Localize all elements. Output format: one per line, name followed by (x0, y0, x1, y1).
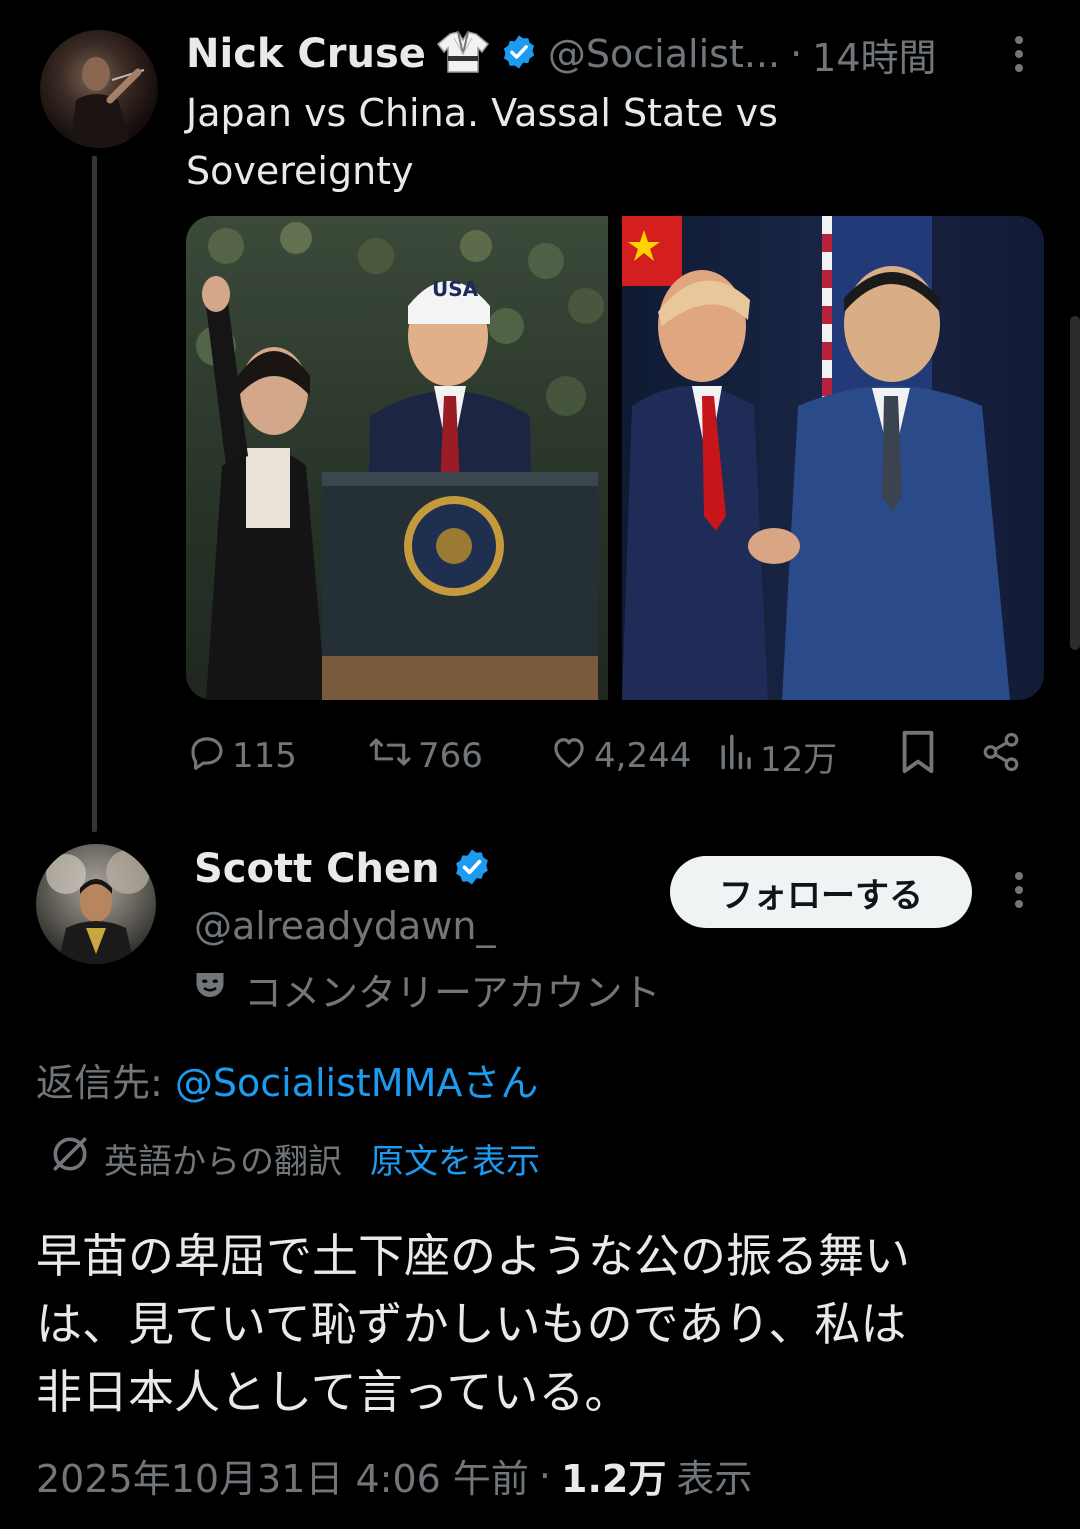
bookmark-button[interactable] (898, 726, 938, 786)
verified-badge-icon (500, 33, 538, 75)
verified-badge-icon (452, 847, 492, 891)
reply-view-count: 1.2万 (561, 1457, 667, 1501)
reply-timestamp[interactable]: 2025年10月31日 4:06 午前 (36, 1448, 529, 1503)
reply-text-line: 非日本人として言っている。 (36, 1365, 631, 1419)
retweet-icon (366, 731, 414, 782)
show-original-link[interactable]: 原文を表示 (370, 1134, 540, 1183)
thread-connector-line (92, 156, 97, 832)
left-photo[interactable]: USA (186, 216, 608, 700)
like-action[interactable]: 4,244 (548, 726, 691, 786)
gi-uniform-icon (436, 30, 490, 78)
more-options-icon[interactable] (1006, 34, 1032, 81)
reply-text-line: 早苗の卑屈で土下座のような公の振る舞い (36, 1229, 910, 1283)
follow-button[interactable]: フォローする (670, 856, 972, 928)
more-options-icon[interactable] (1006, 870, 1032, 920)
nick-cruse-avatar[interactable] (40, 30, 158, 148)
parent-tweet-time[interactable]: 14時間 (812, 27, 936, 82)
replying-to-prefix: 返信先: (36, 1061, 175, 1105)
analytics-icon (718, 731, 756, 782)
tweet-action-bar: 115 766 4,244 12万 (186, 726, 1036, 786)
translation-bar: 英語からの翻訳 原文を表示 (48, 1132, 540, 1185)
reply-author-name[interactable]: Scott Chen (194, 846, 440, 892)
parent-text-line: Sovereignty (186, 149, 414, 193)
parent-tweet-header: Nick Cruse @Socialist... · 14時間 (186, 26, 937, 82)
views-action[interactable]: 12万 (718, 726, 837, 786)
parent-author-handle[interactable]: @Socialist... (548, 32, 780, 76)
retweet-action[interactable]: 766 (366, 726, 483, 786)
reply-text-line: は、見ていて恥ずかしいものであり、私は (36, 1297, 907, 1351)
meta-separator: · (538, 1453, 551, 1498)
heart-icon (548, 731, 590, 782)
theater-mask-icon (192, 967, 228, 1012)
reply-author-handle[interactable]: @alreadydawn_ (194, 904, 495, 948)
reply-icon (186, 731, 228, 782)
time-separator: · (790, 32, 803, 76)
reply-text: 早苗の卑屈で土下座のような公の振る舞い は、見ていて恥ずかしいものであり、私は … (36, 1222, 1036, 1426)
bookmark-icon (898, 729, 938, 784)
scrollbar[interactable] (1070, 316, 1080, 650)
parent-text-line: Japan vs China. Vassal State vs (186, 91, 778, 135)
reply-author-header: Scott Chen (194, 846, 492, 892)
right-photo[interactable] (622, 216, 1044, 700)
replying-to: 返信先: @SocialistMMAさん (36, 1052, 538, 1107)
usa-cap-text: USA (432, 277, 479, 301)
parent-tweet-text: Japan vs China. Vassal State vs Sovereig… (186, 84, 906, 200)
share-icon (980, 731, 1022, 782)
parent-author-name[interactable]: Nick Cruse (186, 31, 426, 77)
views-count: 12万 (760, 739, 838, 780)
translate-icon (48, 1132, 92, 1185)
replying-to-handle[interactable]: @SocialistMMAさん (175, 1061, 539, 1105)
translation-label: 英語からの翻訳 (104, 1142, 342, 1182)
tweet-media[interactable]: USA (186, 216, 1044, 700)
retweet-count: 766 (418, 736, 483, 776)
reply-view-label: 表示 (676, 1457, 753, 1501)
reply-action[interactable]: 115 (186, 726, 297, 786)
commentary-text: コメンタリーアカウント (244, 971, 661, 1015)
share-button[interactable] (980, 726, 1022, 786)
reply-metadata: 2025年10月31日 4:06 午前 · 1.2万 表示 (36, 1448, 752, 1503)
like-count: 4,244 (594, 736, 692, 776)
commentary-account-label: コメンタリーアカウント (192, 962, 660, 1017)
reply-count: 115 (232, 736, 297, 776)
scott-chen-avatar[interactable] (36, 844, 156, 964)
